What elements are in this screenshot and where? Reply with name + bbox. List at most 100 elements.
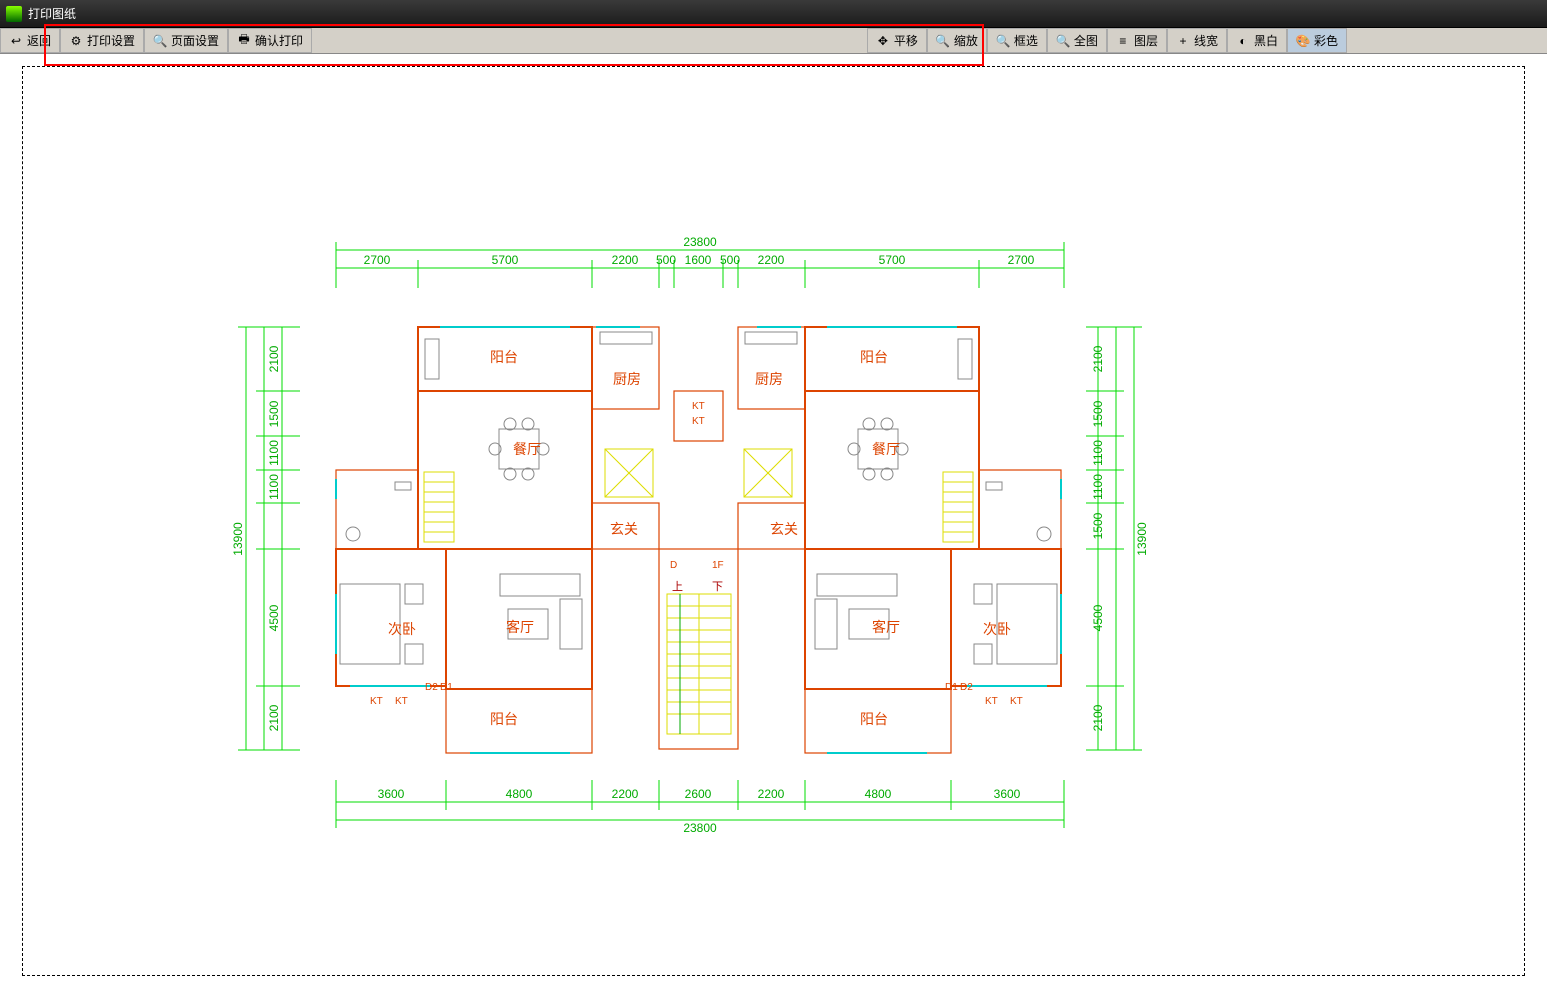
svg-text:1100: 1100 xyxy=(267,474,281,500)
floor-plan-svg: 23800 2700 5700 2200 500 1600 500 2200 5… xyxy=(0,54,1547,986)
svg-text:500: 500 xyxy=(656,253,676,267)
svg-text:5700: 5700 xyxy=(492,253,519,267)
svg-text:2200: 2200 xyxy=(758,253,785,267)
svg-text:1100: 1100 xyxy=(267,440,281,466)
svg-text:1500: 1500 xyxy=(1091,512,1105,539)
page-settings-button[interactable]: 🔍页面设置 xyxy=(144,28,228,53)
fit-icon: 🔍 xyxy=(1056,34,1070,48)
svg-text:4500: 4500 xyxy=(1091,604,1105,631)
svg-text:玄关: 玄关 xyxy=(770,521,798,537)
app-icon xyxy=(6,6,22,22)
svg-text:23800: 23800 xyxy=(683,235,717,249)
svg-text:4800: 4800 xyxy=(506,787,533,801)
svg-text:3600: 3600 xyxy=(994,787,1021,801)
select-box-button[interactable]: 🔍框选 xyxy=(987,28,1047,53)
svg-text:2100: 2100 xyxy=(267,704,281,731)
svg-text:2100: 2100 xyxy=(1091,704,1105,731)
svg-text:阳台: 阳台 xyxy=(860,349,888,365)
pan-button[interactable]: ✥平移 xyxy=(867,28,927,53)
confirm-print-button[interactable]: 🖶确认打印 xyxy=(228,28,312,53)
color-button[interactable]: 🎨彩色 xyxy=(1287,28,1347,53)
fit-all-button[interactable]: 🔍全图 xyxy=(1047,28,1107,53)
svg-text:D: D xyxy=(670,560,677,571)
dim-right: 13900 2100 1500 1100 1100 1500 4500 2100 xyxy=(1086,327,1149,750)
gear-icon: ⚙ xyxy=(69,34,83,48)
select-box-icon: 🔍 xyxy=(996,34,1010,48)
central-core: 上 下 D 1F KT KT xyxy=(659,391,738,749)
pan-icon: ✥ xyxy=(876,34,890,48)
printer-icon: 🖶 xyxy=(237,34,251,48)
zoom-icon: 🔍 xyxy=(936,34,950,48)
dim-left: 13900 2100 1500 1100 1100 4500 2100 xyxy=(231,327,300,750)
toolbar: ↩返回 ⚙打印设置 🔍页面设置 🖶确认打印 ✥平移 🔍缩放 🔍框选 🔍全图 ≡图… xyxy=(0,28,1547,54)
svg-text:23800: 23800 xyxy=(683,821,717,835)
layers-icon: ≡ xyxy=(1116,34,1130,48)
svg-text:13900: 13900 xyxy=(231,522,245,556)
svg-text:阳台: 阳台 xyxy=(490,349,518,365)
svg-text:4800: 4800 xyxy=(865,787,892,801)
svg-text:2700: 2700 xyxy=(364,253,391,267)
blackwhite-button[interactable]: ◐黑白 xyxy=(1227,28,1287,53)
svg-text:1500: 1500 xyxy=(267,400,281,427)
svg-text:餐厅: 餐厅 xyxy=(872,441,900,457)
dim-bottom: 23800 3600 4800 2200 2600 2200 4800 3600 xyxy=(336,780,1064,835)
svg-text:阳台: 阳台 xyxy=(860,711,888,727)
svg-text:KT: KT xyxy=(395,696,408,707)
bw-icon: ◐ xyxy=(1236,34,1250,48)
toolbar-right-group: ✥平移 🔍缩放 🔍框选 🔍全图 ≡图层 +线宽 ◐黑白 🎨彩色 xyxy=(867,28,1347,53)
svg-text:厨房: 厨房 xyxy=(755,371,783,387)
svg-text:次卧: 次卧 xyxy=(388,621,416,637)
toolbar-left-group: ↩返回 ⚙打印设置 🔍页面设置 🖶确认打印 xyxy=(0,28,312,53)
svg-text:玄关: 玄关 xyxy=(610,521,638,537)
svg-text:KT: KT xyxy=(692,401,705,412)
window-title: 打印图纸 xyxy=(28,5,76,22)
zoom-button[interactable]: 🔍缩放 xyxy=(927,28,987,53)
svg-text:13900: 13900 xyxy=(1135,522,1149,556)
svg-text:客厅: 客厅 xyxy=(506,619,534,635)
svg-text:KT: KT xyxy=(985,696,998,707)
right-unit: 阳台 厨房 餐厅 玄关 客厅 次卧 阳台 D1 D2 KT KT xyxy=(738,327,1061,753)
svg-text:2100: 2100 xyxy=(1091,345,1105,372)
svg-text:次卧: 次卧 xyxy=(983,621,1011,637)
svg-text:厨房: 厨房 xyxy=(613,371,641,387)
svg-text:1600: 1600 xyxy=(685,253,712,267)
title-bar: 打印图纸 xyxy=(0,0,1547,28)
svg-text:2200: 2200 xyxy=(758,787,785,801)
drawing-canvas[interactable]: 23800 2700 5700 2200 500 1600 500 2200 5… xyxy=(0,54,1547,986)
svg-text:500: 500 xyxy=(720,253,740,267)
svg-text:5700: 5700 xyxy=(879,253,906,267)
color-icon: 🎨 xyxy=(1296,34,1310,48)
dim-top: 23800 2700 5700 2200 500 1600 500 2200 5… xyxy=(336,235,1064,288)
svg-text:下: 下 xyxy=(712,581,723,593)
svg-text:KT: KT xyxy=(692,416,705,427)
svg-text:2100: 2100 xyxy=(267,345,281,372)
svg-text:D1: D1 xyxy=(945,682,958,693)
page-icon: 🔍 xyxy=(153,34,167,48)
svg-text:2200: 2200 xyxy=(612,787,639,801)
lineweight-icon: + xyxy=(1176,34,1190,48)
svg-text:1100: 1100 xyxy=(1091,474,1105,500)
svg-text:2700: 2700 xyxy=(1008,253,1035,267)
svg-text:1100: 1100 xyxy=(1091,440,1105,466)
lineweight-button[interactable]: +线宽 xyxy=(1167,28,1227,53)
svg-text:1F: 1F xyxy=(712,560,724,571)
svg-text:2200: 2200 xyxy=(612,253,639,267)
svg-text:1500: 1500 xyxy=(1091,400,1105,427)
svg-text:阳台: 阳台 xyxy=(490,711,518,727)
svg-text:客厅: 客厅 xyxy=(872,619,900,635)
svg-text:D1: D1 xyxy=(440,682,453,693)
svg-text:KT: KT xyxy=(1010,696,1023,707)
svg-text:KT: KT xyxy=(370,696,383,707)
svg-text:4500: 4500 xyxy=(267,604,281,631)
svg-text:3600: 3600 xyxy=(378,787,405,801)
back-icon: ↩ xyxy=(9,34,23,48)
svg-text:餐厅: 餐厅 xyxy=(513,441,541,457)
svg-text:D2: D2 xyxy=(425,682,438,693)
back-button[interactable]: ↩返回 xyxy=(0,28,60,53)
left-unit: 阳台 厨房 餐厅 玄关 客厅 次卧 阳台 D2 D1 KT KT xyxy=(336,327,659,753)
print-settings-button[interactable]: ⚙打印设置 xyxy=(60,28,144,53)
svg-text:上: 上 xyxy=(672,580,683,593)
layers-button[interactable]: ≡图层 xyxy=(1107,28,1167,53)
svg-text:2600: 2600 xyxy=(685,787,712,801)
svg-text:D2: D2 xyxy=(960,682,973,693)
